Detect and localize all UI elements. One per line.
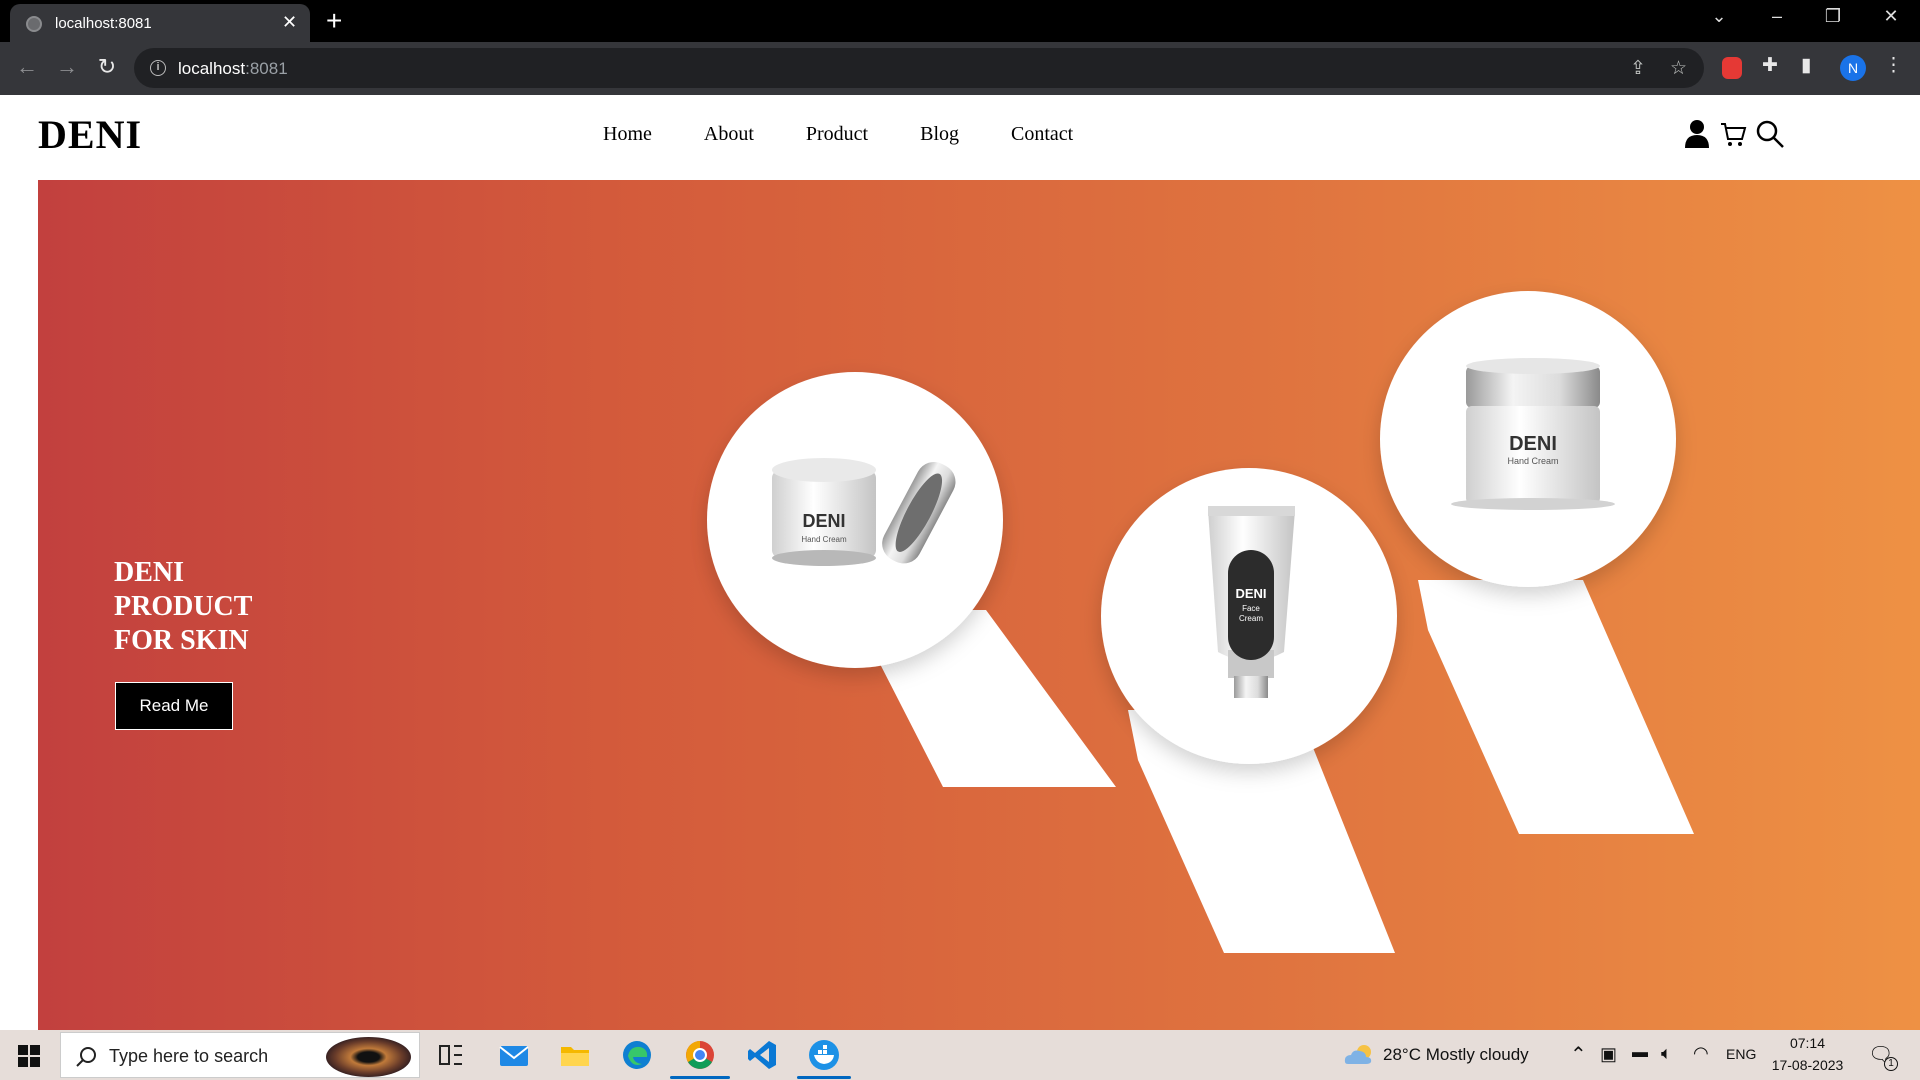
info-icon[interactable]: i	[150, 60, 166, 76]
url-host: localhost	[178, 59, 246, 78]
user-icon[interactable]	[1683, 119, 1711, 149]
profile-avatar[interactable]: N	[1840, 55, 1866, 81]
header-icons	[1683, 119, 1785, 149]
battery-icon[interactable]: ▬	[1632, 1044, 1648, 1062]
vscode-icon[interactable]	[745, 1038, 779, 1072]
taskbar-search-icon	[76, 1047, 96, 1067]
product-name-2a: Face	[1242, 604, 1260, 613]
nav-product[interactable]: Product	[806, 123, 868, 146]
forward-icon[interactable]: →	[52, 54, 82, 80]
nav-about[interactable]: About	[704, 123, 754, 146]
product-card-hand-cream-1: DENI Hand Cream	[707, 372, 1116, 787]
docker-active-indicator	[797, 1076, 851, 1079]
clock-date[interactable]: 17-08-2023	[1765, 1057, 1850, 1073]
site-logo[interactable]: DENI	[38, 111, 142, 158]
product-card-face-cream: DENI Face Cream	[1101, 468, 1397, 953]
weather-text[interactable]: 28°C Mostly cloudy	[1383, 1045, 1529, 1065]
read-me-button[interactable]: Read Me	[115, 682, 233, 730]
product-brand-1: DENI	[802, 511, 845, 531]
wifi-icon[interactable]: ◠	[1693, 1043, 1709, 1064]
nav-contact[interactable]: Contact	[1011, 123, 1073, 146]
product-name-1: Hand Cream	[801, 535, 847, 544]
minimize-button[interactable]: –	[1762, 6, 1792, 27]
chrome-icon[interactable]	[683, 1038, 717, 1072]
new-tab-button[interactable]: +	[326, 6, 342, 36]
hero-heading-line-3: FOR SKIN	[114, 625, 249, 656]
tab-search-icon[interactable]: ⌄	[1704, 6, 1734, 27]
nav-home[interactable]: Home	[603, 123, 652, 146]
file-explorer-icon[interactable]	[558, 1038, 592, 1072]
close-tab-icon[interactable]: ✕	[282, 12, 297, 32]
hero-heading: DENI PRODUCT FOR SKIN	[114, 556, 252, 658]
network-device-icon[interactable]: ▣	[1600, 1044, 1617, 1065]
cart-icon[interactable]	[1719, 120, 1747, 148]
reload-icon[interactable]: ↻	[92, 54, 122, 80]
search-highlight-image	[326, 1037, 411, 1077]
weather-cloud-icon	[1344, 1045, 1372, 1064]
restore-button[interactable]: ❐	[1818, 6, 1848, 27]
share-icon[interactable]: ⇪	[1630, 57, 1646, 80]
product-brand-3: DENI	[1509, 433, 1557, 455]
notification-count-badge: 1	[1884, 1057, 1898, 1071]
clock-time[interactable]: 07:14	[1770, 1035, 1845, 1051]
windows-taskbar: Type here to search 28°C Mostly cloudy ⌃…	[0, 1030, 1920, 1080]
url-text: localhost:8081	[178, 59, 288, 79]
url-port: :8081	[245, 59, 288, 78]
hero-illustration: DENI Hand Cream DENI Face Cream DENI Han…	[707, 291, 1694, 953]
hero-heading-line-1: DENI	[114, 557, 185, 588]
mail-icon[interactable]	[497, 1038, 531, 1072]
docker-icon[interactable]	[807, 1038, 841, 1072]
browser-tab-bar: localhost:8081 ✕ + ⌄ – ❐ ✕	[0, 0, 1920, 42]
taskbar-search-box[interactable]: Type here to search	[60, 1032, 420, 1078]
product-name-2b: Cream	[1239, 614, 1263, 623]
main-nav: Home About Product Blog Contact	[603, 123, 1125, 146]
star-icon[interactable]: ☆	[1670, 57, 1687, 80]
task-view-icon[interactable]	[434, 1038, 468, 1072]
address-bar[interactable]: i localhost:8081 ⇪ ☆	[134, 48, 1704, 88]
nav-blog[interactable]: Blog	[920, 123, 959, 146]
windows-start-icon[interactable]	[18, 1045, 40, 1067]
site-header: DENI Home About Product Blog Contact	[0, 95, 1920, 180]
puzzle-icon[interactable]: ✚	[1762, 54, 1778, 77]
close-window-button[interactable]: ✕	[1876, 6, 1906, 27]
browser-tab[interactable]: localhost:8081 ✕	[10, 4, 310, 42]
back-icon[interactable]: ←	[12, 54, 42, 80]
tab-title: localhost:8081	[55, 15, 152, 32]
product-name-3: Hand Cream	[1507, 456, 1558, 466]
hero-heading-line-2: PRODUCT	[114, 591, 253, 622]
product-brand-2: DENI	[1235, 586, 1266, 601]
volume-icon[interactable]: 🔈︎	[1661, 1043, 1672, 1064]
hero-banner: DENI Hand Cream DENI Face Cream DENI Han…	[38, 180, 1920, 1030]
hidden-icons-chevron-icon[interactable]: ⌃	[1570, 1042, 1587, 1067]
extension-icon[interactable]	[1722, 57, 1742, 79]
product-card-hand-cream-2: DENI Hand Cream	[1380, 291, 1694, 834]
taskbar-search-placeholder: Type here to search	[109, 1046, 269, 1066]
sidepanel-icon[interactable]: ▮	[1801, 54, 1811, 77]
chrome-active-indicator	[670, 1076, 730, 1079]
menu-icon[interactable]: ⋮	[1884, 54, 1903, 77]
globe-icon	[26, 16, 42, 32]
language-indicator[interactable]: ENG	[1726, 1046, 1756, 1062]
edge-icon[interactable]	[620, 1038, 654, 1072]
search-icon[interactable]	[1755, 119, 1785, 149]
browser-toolbar: ← → ↻ i localhost:8081 ⇪ ☆ ✚ ▮ N ⋮	[0, 42, 1920, 95]
